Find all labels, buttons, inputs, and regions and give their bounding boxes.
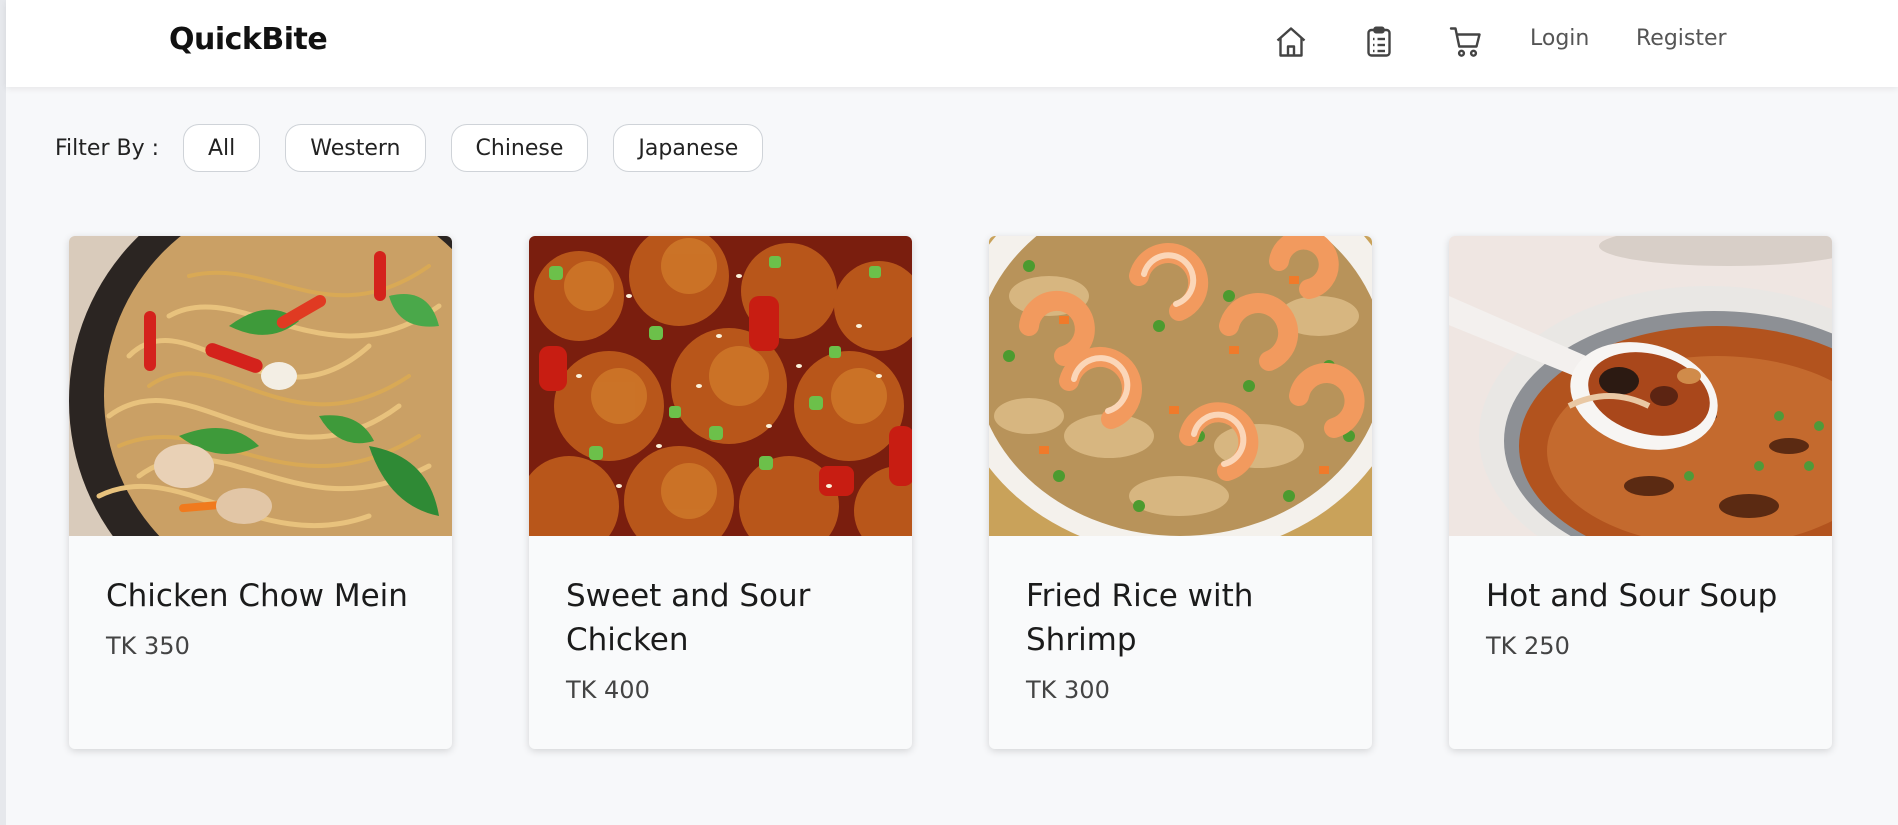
shrimp-fried-rice-dish-image [989, 236, 1372, 536]
item-name: Hot and Sour Soup [1486, 578, 1778, 614]
register-link[interactable]: Register [1636, 26, 1727, 51]
menu-card[interactable]: Chicken Chow Mein TK 350 [69, 236, 452, 749]
filter-chinese-button[interactable]: Chinese [450, 124, 589, 172]
clipboard-icon[interactable] [1359, 22, 1399, 62]
page: QuickBite Login Register Filter By: All… [0, 0, 1898, 825]
filter-western-button[interactable]: Western [285, 124, 426, 172]
menu-grid: Chicken Chow Mein TK 350 Sweet and Sour … [69, 236, 1898, 749]
filter-japanese-button[interactable]: Japanese [613, 124, 764, 172]
home-icon[interactable] [1271, 22, 1311, 62]
brand-logo[interactable]: QuickBite [169, 22, 328, 57]
noodles-dish-image [69, 236, 452, 536]
filter-label: Filter By : [55, 135, 159, 161]
cart-icon[interactable] [1446, 22, 1486, 62]
soup-dish-image [1449, 236, 1832, 536]
item-name: Chicken Chow Mein [106, 578, 408, 614]
filter-all-button[interactable]: All [183, 124, 261, 172]
menu-card[interactable]: Fried Rice with Shrimp TK 300 [989, 236, 1372, 749]
sweet-sour-chicken-dish-image [529, 236, 912, 536]
filter-bar: Filter By : All Western Chinese Japanese [55, 124, 788, 172]
login-link[interactable]: Login [1530, 26, 1589, 51]
navbar: QuickBite Login Register [6, 0, 1898, 87]
menu-card[interactable]: Hot and Sour Soup TK 250 [1449, 236, 1832, 749]
item-price: TK 300 [1026, 676, 1110, 704]
menu-card[interactable]: Sweet and Sour Chicken TK 400 [529, 236, 912, 749]
item-name: Fried Rice with Shrimp [1026, 578, 1254, 658]
item-price: TK 350 [106, 632, 190, 660]
item-price: TK 250 [1486, 632, 1570, 660]
item-name: Sweet and Sour Chicken [566, 578, 811, 658]
item-price: TK 400 [566, 676, 650, 704]
